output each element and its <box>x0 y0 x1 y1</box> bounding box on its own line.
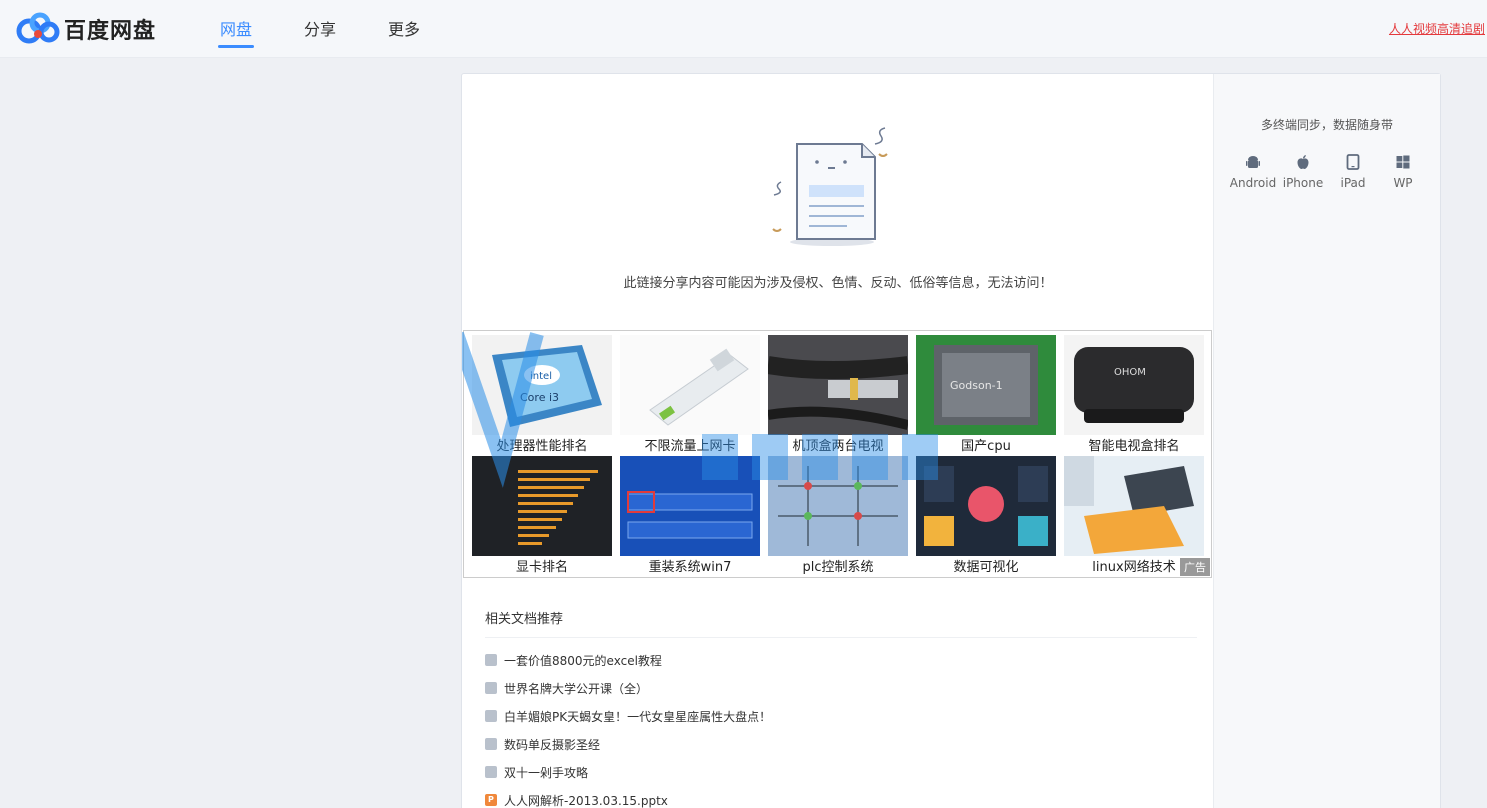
document-icon <box>485 654 497 666</box>
ad-item[interactable]: 重装系统win7 <box>620 456 760 575</box>
laptop-desk-image <box>1064 456 1204 556</box>
main-nav: 网盘 分享 更多 <box>217 16 472 48</box>
doc-title: 数码单反摄影圣经 <box>504 737 601 752</box>
ad-label: 智能电视盒排名 <box>1088 439 1180 454</box>
doc-title: 一套价值8800元的excel教程 <box>504 653 662 668</box>
ad-tag: 广告 <box>1180 558 1210 576</box>
document-icon <box>485 738 497 750</box>
bios-screen-image <box>620 456 760 556</box>
platform-label: iPhone <box>1282 176 1324 190</box>
doc-list-item[interactable]: 白羊媚娘PK天蝎女皇！一代女皇星座属性大盘点！ <box>485 702 1197 730</box>
doc-title: 世界名牌大学公开课（全） <box>504 681 649 696</box>
share-card: 此链接分享内容可能因为涉及侵权、色情、反动、低俗等信息，无法访问！ intel … <box>461 73 1441 808</box>
circuit-board-image: Godson-1 <box>916 335 1056 435</box>
document-icon <box>485 766 497 778</box>
platform-iphone[interactable]: iPhone <box>1278 154 1328 190</box>
document-icon <box>485 710 497 722</box>
ad-item[interactable]: OHOM 智能电视盒排名 <box>1064 335 1204 454</box>
doc-title: 白羊媚娘PK天蝎女皇！一代女皇星座属性大盘点！ <box>504 709 772 724</box>
blocked-document-illustration <box>767 124 892 249</box>
ad-item[interactable]: 机顶盒两台电视 <box>768 335 908 454</box>
svg-text:OHOM: OHOM <box>1114 367 1146 378</box>
ipad-icon <box>1346 154 1360 170</box>
platform-list: Android iPhone iPad WP <box>1228 154 1428 190</box>
ad-label: 显卡排名 <box>515 560 568 575</box>
gpu-chart-image <box>472 456 612 556</box>
ad-item[interactable]: intel Core i3 处理器性能排名 <box>472 335 612 454</box>
ad-label: 重装系统win7 <box>648 560 732 575</box>
baidu-netdisk-logo[interactable]: 百度网盘 <box>16 12 156 46</box>
ad-item[interactable]: Godson-1 国产cpu <box>916 335 1056 454</box>
android-icon <box>1246 156 1260 168</box>
dashboard-image <box>916 456 1056 556</box>
ad-label: 机顶盒两台电视 <box>792 439 884 454</box>
cables-image <box>768 335 908 435</box>
ad-item[interactable]: linux网络技术 <box>1064 456 1204 575</box>
ad-item[interactable]: 显卡排名 <box>472 456 612 575</box>
doc-list-item[interactable]: 世界名牌大学公开课（全） <box>485 674 1197 702</box>
doc-list-item[interactable]: P 人人网解析-2013.03.15.pptx <box>485 786 1197 808</box>
nav-tab-more[interactable]: 更多 <box>388 16 420 40</box>
doc-list-item[interactable]: 双十一剁手攻略 <box>485 758 1197 786</box>
promo-link[interactable]: 人人视频高清追剧 <box>1389 20 1485 37</box>
apple-icon <box>1297 155 1309 169</box>
logo-text: 百度网盘 <box>64 19 157 44</box>
related-docs-title: 相关文档推荐 <box>485 608 1197 638</box>
document-icon <box>485 682 497 694</box>
sync-title: 多终端同步，数据随身带 <box>1260 118 1393 132</box>
svg-text:Core i3: Core i3 <box>520 391 559 404</box>
ad-label: 数据可视化 <box>953 560 1019 575</box>
client-download-sidebar: 多终端同步，数据随身带 Android iPhone iPad WP <box>1214 74 1440 808</box>
cpu-chip-image: intel Core i3 <box>472 335 612 435</box>
platform-wp[interactable]: WP <box>1378 154 1428 190</box>
ad-grid: intel Core i3 处理器性能排名 不限流量上网卡 机顶盒两台电视 Go… <box>463 330 1212 578</box>
cloud-logo-icon <box>16 12 60 46</box>
ad-item[interactable]: plc控制系统 <box>768 456 908 575</box>
nav-tab-netdisk[interactable]: 网盘 <box>217 16 255 48</box>
platform-label: WP <box>1393 176 1413 190</box>
doc-list-item[interactable]: 一套价值8800元的excel教程 <box>485 646 1197 674</box>
related-docs: 相关文档推荐 一套价值8800元的excel教程 世界名牌大学公开课（全） 白羊… <box>485 608 1197 808</box>
svg-text:intel: intel <box>530 371 552 382</box>
doc-list-item[interactable]: 数码单反摄影圣经 <box>485 730 1197 758</box>
blocked-notice: 此链接分享内容可能因为涉及侵权、色情、反动、低俗等信息，无法访问！ <box>623 276 1053 291</box>
platform-android[interactable]: Android <box>1228 154 1278 190</box>
plc-diagram-image <box>768 456 908 556</box>
ad-label: 国产cpu <box>961 439 1011 454</box>
related-docs-list: 一套价值8800元的excel教程 世界名牌大学公开课（全） 白羊媚娘PK天蝎女… <box>485 646 1197 808</box>
ad-item[interactable]: 不限流量上网卡 <box>620 335 760 454</box>
platform-ipad[interactable]: iPad <box>1328 154 1378 190</box>
ad-item[interactable]: 数据可视化 <box>916 456 1056 575</box>
ad-label: 不限流量上网卡 <box>644 439 736 454</box>
ad-label: plc控制系统 <box>802 560 874 575</box>
usb-modem-image <box>620 335 760 435</box>
doc-title: 人人网解析-2013.03.15.pptx <box>504 793 668 808</box>
tv-box-image: OHOM <box>1064 335 1204 435</box>
top-header: 百度网盘 网盘 分享 更多 人人视频高清追剧 <box>0 0 1487 58</box>
platform-label: iPad <box>1340 176 1366 190</box>
main-column: 此链接分享内容可能因为涉及侵权、色情、反动、低俗等信息，无法访问！ intel … <box>462 74 1214 808</box>
doc-title: 双十一剁手攻略 <box>504 765 589 780</box>
ppt-file-icon: P <box>485 794 497 806</box>
svg-text:Godson-1: Godson-1 <box>950 379 1003 392</box>
ad-label: 处理器性能排名 <box>496 439 588 454</box>
nav-tab-share[interactable]: 分享 <box>304 16 336 40</box>
windows-icon <box>1396 155 1410 169</box>
platform-label: Android <box>1229 176 1277 190</box>
